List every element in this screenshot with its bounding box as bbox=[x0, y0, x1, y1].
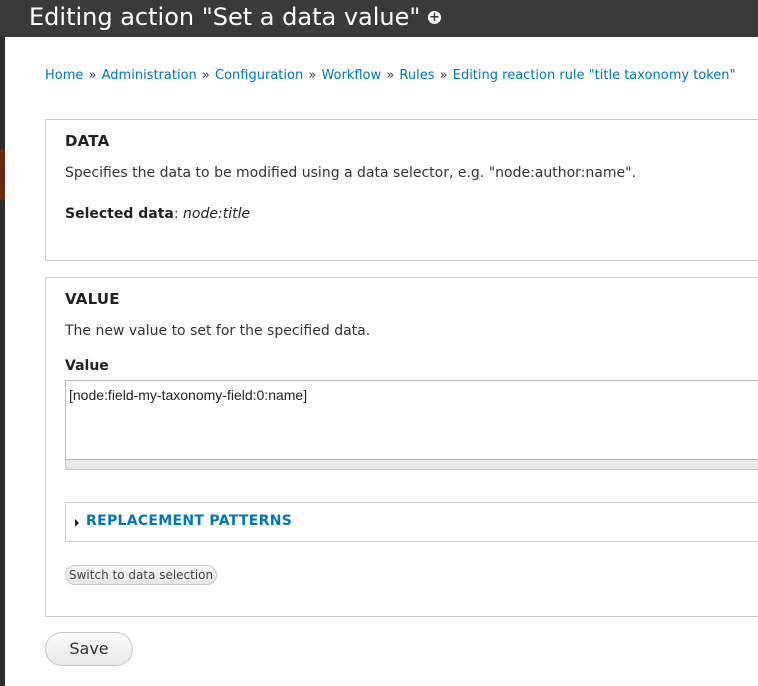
breadcrumb-administration[interactable]: Administration bbox=[102, 68, 197, 83]
breadcrumb-editing-rule[interactable]: Editing reaction rule "title taxonomy to… bbox=[453, 68, 736, 83]
textarea-resize-grip[interactable] bbox=[65, 460, 758, 470]
value-description: The new value to set for the specified d… bbox=[65, 323, 371, 339]
selected-data-line: Selected data: node:title bbox=[65, 206, 250, 222]
plus-circle-icon[interactable]: + bbox=[428, 11, 441, 24]
value-legend: VALUE bbox=[65, 290, 120, 308]
selected-data-value: node:title bbox=[183, 206, 251, 222]
breadcrumb-separator: » bbox=[88, 68, 97, 83]
dialog-title: Editing action "Set a data value" bbox=[29, 3, 421, 31]
replacement-patterns-link[interactable]: REPLACEMENT PATTERNS bbox=[86, 513, 292, 529]
breadcrumb-separator: » bbox=[439, 68, 448, 83]
value-textarea[interactable]: [node:field-my-taxonomy-field:0:name] bbox=[65, 380, 758, 460]
breadcrumb-separator: » bbox=[386, 68, 395, 83]
breadcrumb-configuration[interactable]: Configuration bbox=[215, 68, 303, 83]
value-fieldset: VALUE The new value to set for the speci… bbox=[45, 277, 758, 617]
data-description: Specifies the data to be modified using … bbox=[65, 165, 637, 181]
breadcrumb: Home » Administration » Configuration » … bbox=[45, 68, 736, 83]
breadcrumb-workflow[interactable]: Workflow bbox=[321, 68, 381, 83]
value-field-label: Value bbox=[65, 358, 109, 374]
data-legend: DATA bbox=[65, 132, 110, 150]
value-textarea-text: [node:field-my-taxonomy-field:0:name] bbox=[69, 387, 308, 403]
switch-to-data-selection-button[interactable]: Switch to data selection bbox=[65, 565, 218, 585]
triangle-right-icon bbox=[75, 519, 79, 527]
replacement-patterns-fieldset[interactable]: REPLACEMENT PATTERNS bbox=[65, 502, 758, 542]
data-fieldset: DATA Specifies the data to be modified u… bbox=[45, 119, 758, 261]
breadcrumb-separator: » bbox=[201, 68, 210, 83]
dialog-panel: Home » Administration » Configuration » … bbox=[5, 37, 758, 686]
selected-data-label: Selected data bbox=[65, 206, 174, 222]
breadcrumb-rules[interactable]: Rules bbox=[399, 68, 434, 83]
dialog-titlebar: Editing action "Set a data value" + bbox=[0, 0, 758, 37]
save-button[interactable]: Save bbox=[45, 632, 133, 666]
selected-data-colon: : bbox=[173, 206, 179, 222]
breadcrumb-separator: » bbox=[308, 68, 317, 83]
breadcrumb-home[interactable]: Home bbox=[45, 68, 83, 83]
